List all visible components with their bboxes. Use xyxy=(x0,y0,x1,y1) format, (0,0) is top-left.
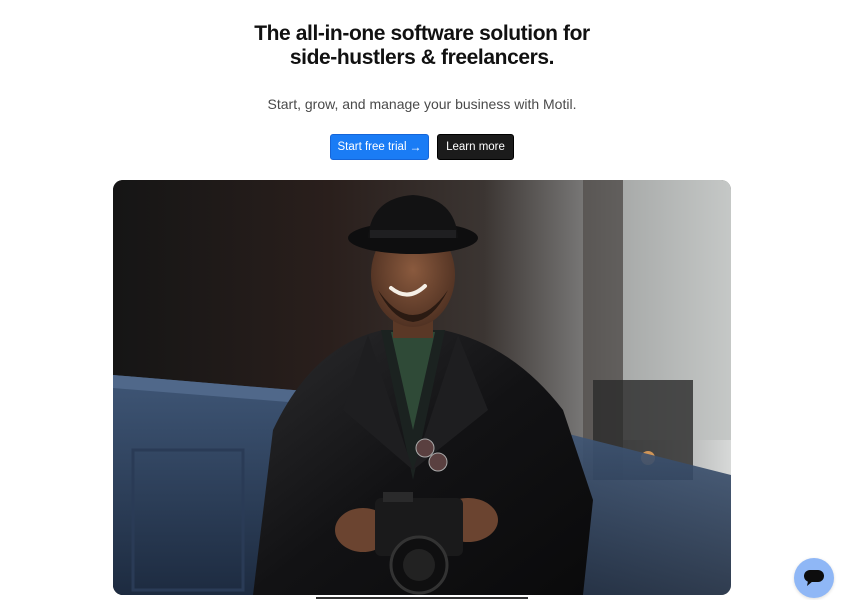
learn-more-label: Learn more xyxy=(446,141,505,153)
chat-bubble-icon xyxy=(804,570,824,586)
scroll-indicator xyxy=(316,597,528,599)
landing-page: The all-in-one software solution for sid… xyxy=(0,0,844,600)
start-free-trial-label: Start free trial xyxy=(337,141,407,153)
hero-headline: The all-in-one software solution for sid… xyxy=(0,22,844,70)
cta-row: Start free trial → Learn more xyxy=(330,134,514,160)
hero-headline-line-2: side-hustlers & freelancers. xyxy=(289,46,555,69)
hero-photo-illustration xyxy=(113,180,731,595)
hero-image xyxy=(113,180,731,595)
start-free-trial-button[interactable]: Start free trial → xyxy=(330,134,429,160)
hero-headline-line-1: The all-in-one software solution for xyxy=(254,22,590,45)
arrow-right-icon: → xyxy=(409,140,422,154)
chat-launcher-button[interactable] xyxy=(794,558,834,598)
hero-subheadline: Start, grow, and manage your business wi… xyxy=(267,96,577,112)
learn-more-button[interactable]: Learn more xyxy=(437,134,514,160)
